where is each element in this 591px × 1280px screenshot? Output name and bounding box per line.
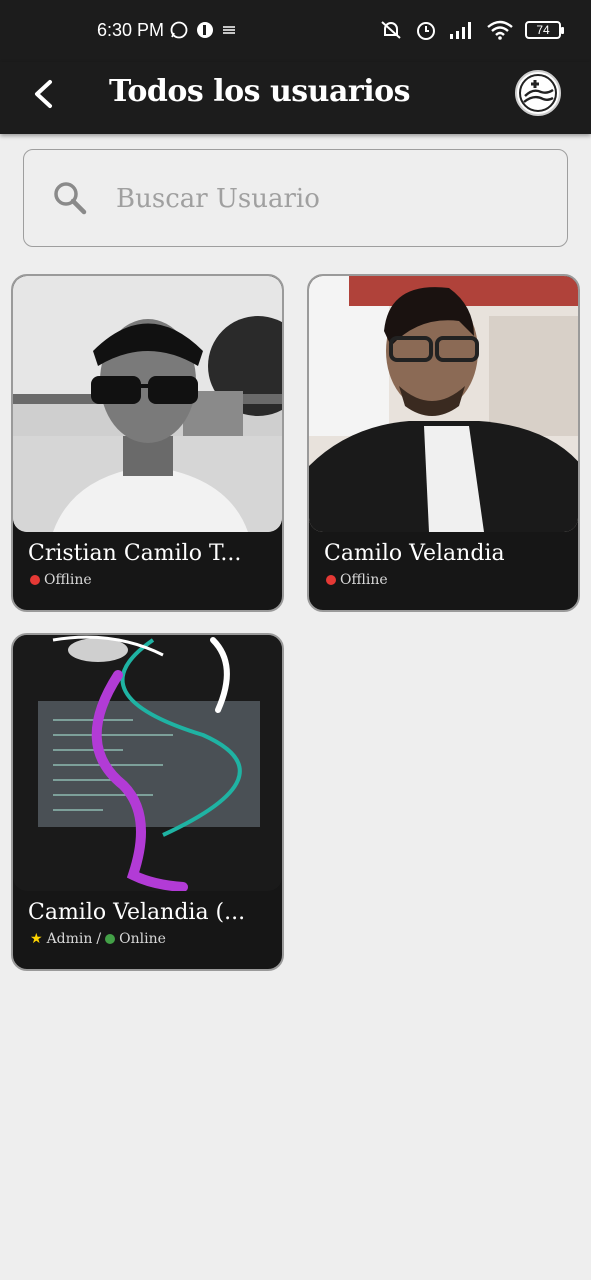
notes-icon	[223, 26, 235, 34]
search-icon	[54, 182, 87, 215]
status-label: Online	[119, 931, 166, 947]
wifi-icon	[487, 20, 513, 40]
status-label: Offline	[340, 572, 388, 588]
user-card[interactable]: Camilo Velandia (... ★ Admin / Online	[11, 633, 284, 971]
back-arrow-icon[interactable]	[26, 76, 62, 112]
search-box[interactable]	[23, 149, 568, 247]
star-icon: ★	[30, 931, 43, 947]
mute-icon	[381, 21, 401, 39]
status-time: 6:30 PM	[97, 20, 165, 40]
app-icon	[197, 22, 213, 38]
user-avatar	[13, 635, 282, 891]
status-bar: 6:30 PM 74	[0, 0, 591, 62]
user-status: Offline	[30, 572, 92, 588]
page-title: Todos los usuarios	[109, 74, 411, 109]
status-dot	[326, 575, 336, 585]
status-label: Offline	[44, 572, 92, 588]
status-separator: /	[96, 931, 102, 947]
app-bar: Todos los usuarios	[0, 62, 591, 134]
whatsapp-icon	[170, 21, 188, 39]
status-dot	[30, 575, 40, 585]
search-input[interactable]	[116, 178, 536, 220]
add-church-icon	[519, 74, 557, 112]
user-avatar	[309, 276, 578, 532]
user-card[interactable]: Cristian Camilo T... Offline	[11, 274, 284, 612]
user-name: Cristian Camilo T...	[28, 541, 242, 566]
alarm-icon	[417, 22, 435, 40]
user-name: Camilo Velandia	[324, 541, 505, 566]
user-avatar	[13, 276, 282, 532]
role-label: Admin	[46, 931, 93, 947]
status-dot	[105, 934, 116, 944]
user-card[interactable]: Camilo Velandia Offline	[307, 274, 580, 612]
battery-indicator: 74	[525, 21, 564, 39]
user-name: Camilo Velandia (...	[28, 900, 246, 925]
add-church-button[interactable]	[515, 70, 561, 116]
user-status: ★ Admin / Online	[30, 931, 166, 947]
signal-icon	[450, 22, 471, 39]
user-status: Offline	[326, 572, 388, 588]
